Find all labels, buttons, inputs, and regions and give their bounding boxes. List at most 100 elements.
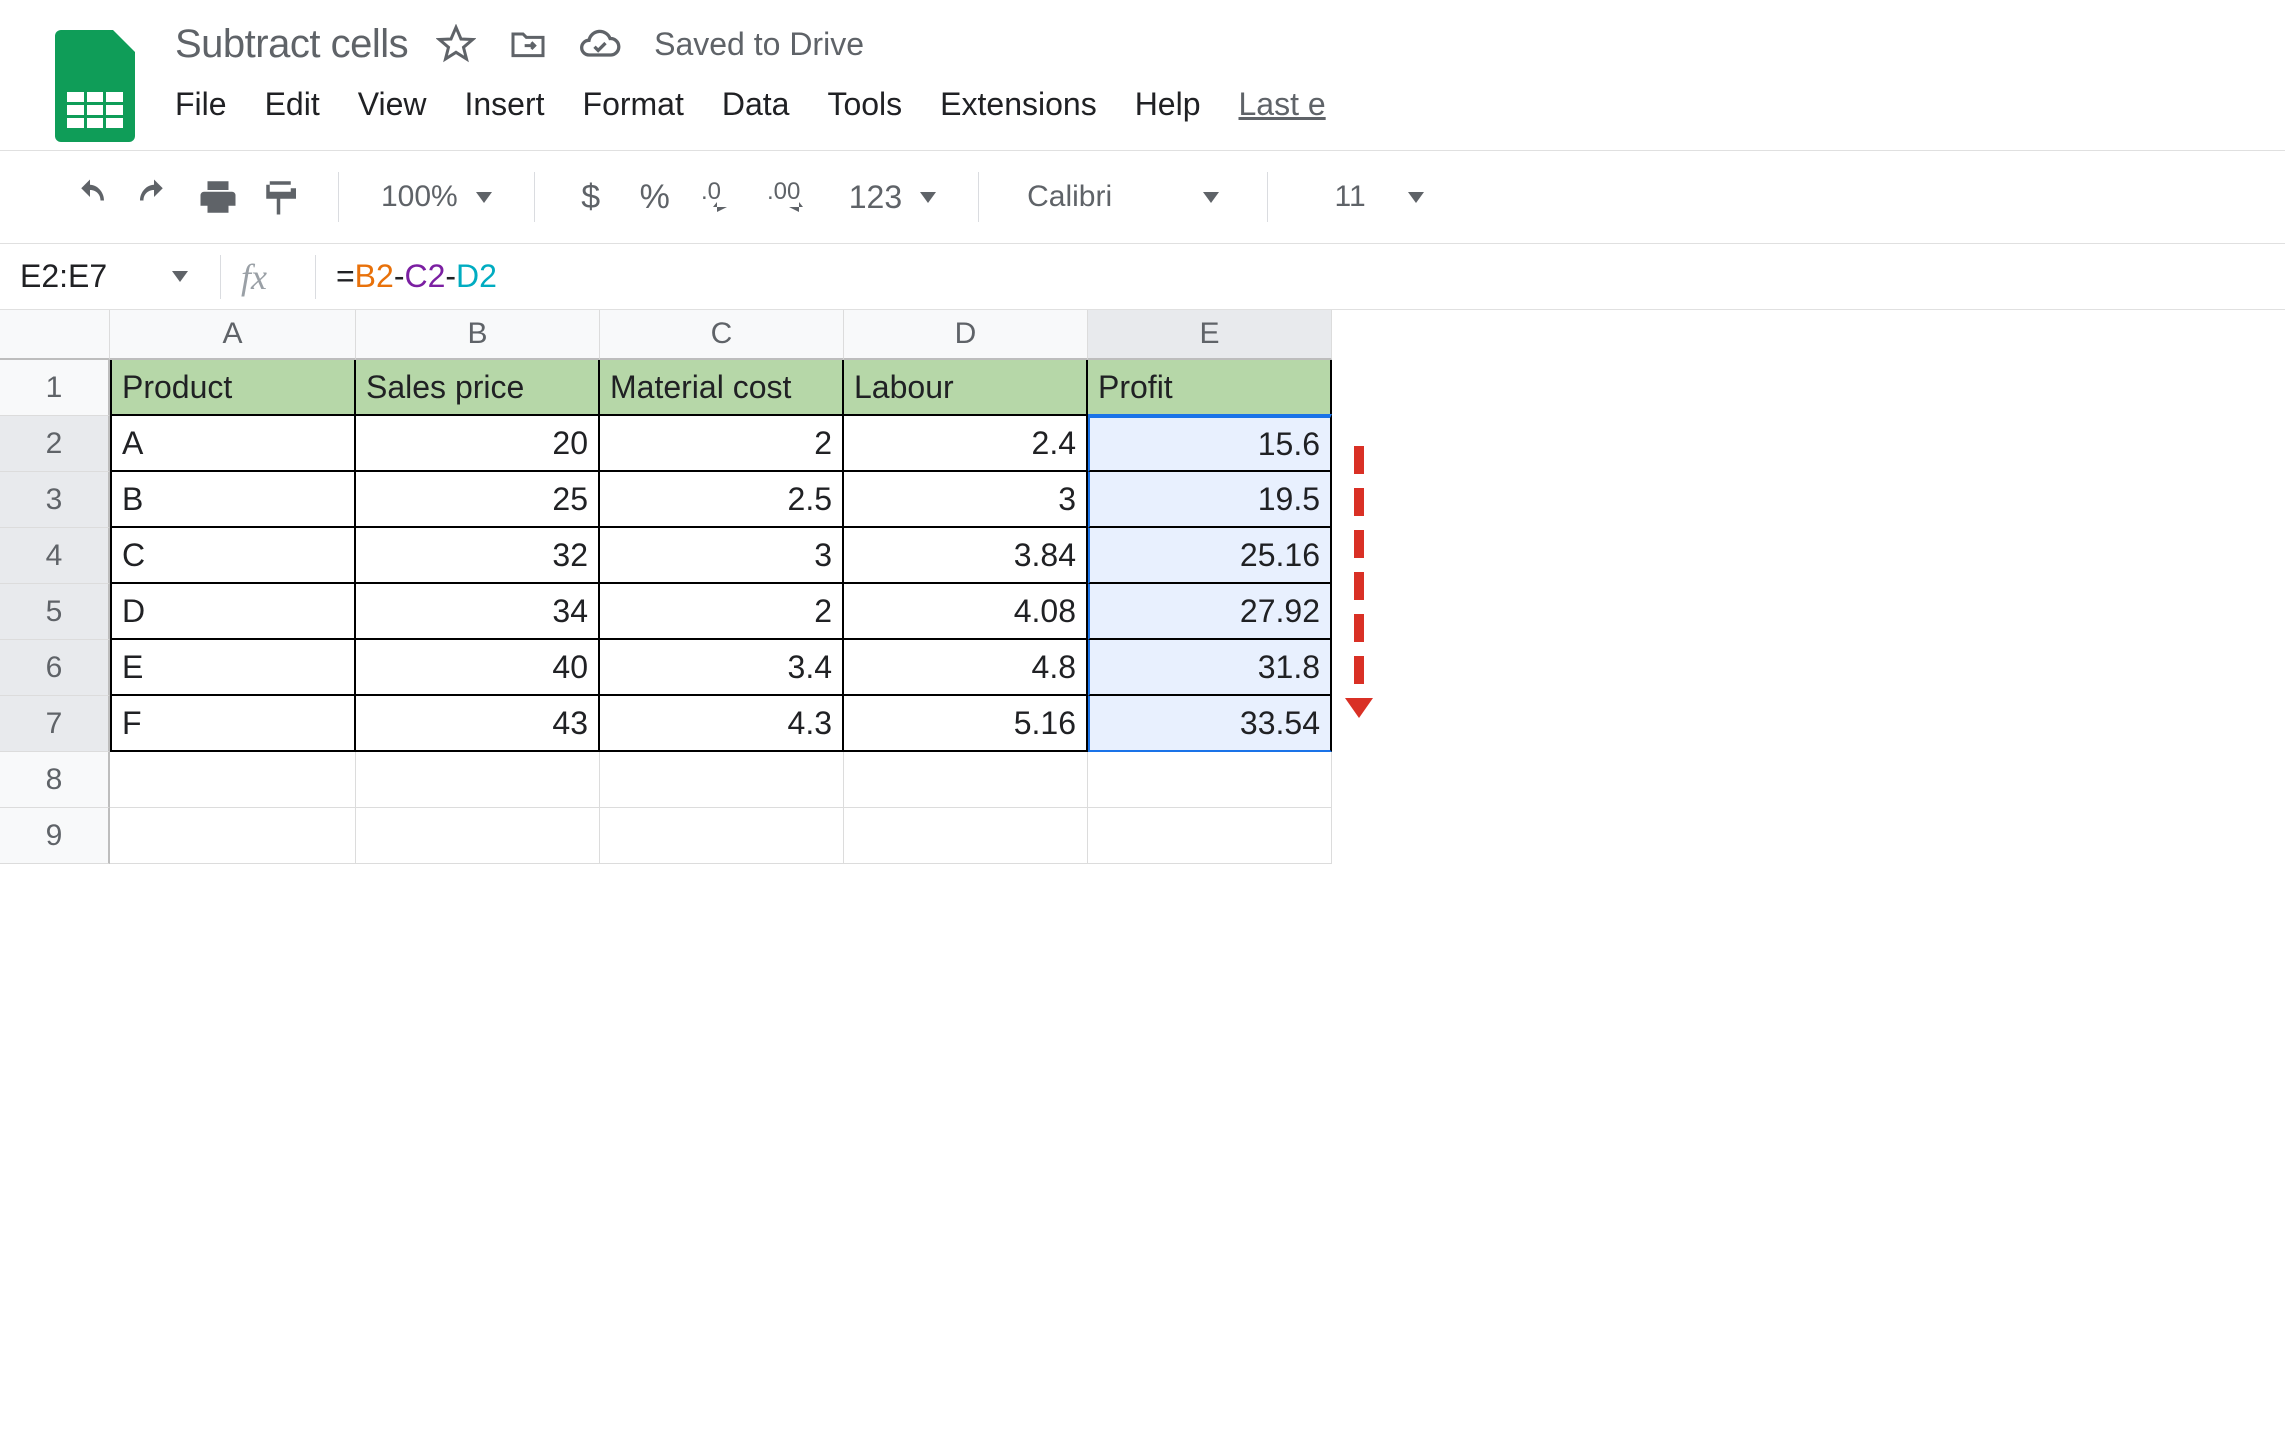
- sheets-app-icon[interactable]: [55, 30, 135, 142]
- cell-A3[interactable]: B: [110, 472, 356, 528]
- cell-A7[interactable]: F: [110, 696, 356, 752]
- row-header-1[interactable]: 1: [0, 360, 110, 416]
- cell-E1[interactable]: Profit: [1088, 360, 1332, 416]
- row-header-7[interactable]: 7: [0, 696, 110, 752]
- cell-A2[interactable]: A: [110, 416, 356, 472]
- name-box-value: E2:E7: [20, 258, 107, 295]
- row-header-3[interactable]: 3: [0, 472, 110, 528]
- menu-format[interactable]: Format: [583, 86, 684, 123]
- formula-bar: E2:E7 fx =B2-C2-D2: [0, 244, 2285, 310]
- cloud-saved-icon[interactable]: [576, 20, 624, 68]
- name-box[interactable]: E2:E7: [20, 258, 200, 295]
- cell-D6[interactable]: 4.8: [844, 640, 1088, 696]
- menu-help[interactable]: Help: [1135, 86, 1201, 123]
- doc-title[interactable]: Subtract cells: [175, 22, 408, 67]
- cell-A4[interactable]: C: [110, 528, 356, 584]
- currency-button[interactable]: $: [569, 175, 613, 219]
- cell-D3[interactable]: 3: [844, 472, 1088, 528]
- increase-decimal-button[interactable]: .00: [765, 175, 821, 219]
- cell-E8[interactable]: [1088, 752, 1332, 808]
- col-header-E[interactable]: E: [1088, 310, 1332, 360]
- cell-B8[interactable]: [356, 752, 600, 808]
- col-header-C[interactable]: C: [600, 310, 844, 360]
- row-header-8[interactable]: 8: [0, 752, 110, 808]
- cell-C4[interactable]: 3: [600, 528, 844, 584]
- row-header-4[interactable]: 4: [0, 528, 110, 584]
- col-header-B[interactable]: B: [356, 310, 600, 360]
- cell-C7[interactable]: 4.3: [600, 696, 844, 752]
- cell-C1[interactable]: Material cost: [600, 360, 844, 416]
- cell-B3[interactable]: 25: [356, 472, 600, 528]
- cell-D2[interactable]: 2.4: [844, 416, 1088, 472]
- cell-E5[interactable]: 27.92: [1088, 584, 1332, 640]
- cell-D5[interactable]: 4.08: [844, 584, 1088, 640]
- row-header-5[interactable]: 5: [0, 584, 110, 640]
- font-family-value: Calibri: [1027, 180, 1112, 214]
- menu-data[interactable]: Data: [722, 86, 790, 123]
- cell-C8[interactable]: [600, 752, 844, 808]
- menu-tools[interactable]: Tools: [827, 86, 902, 123]
- cell-E4[interactable]: 25.16: [1088, 528, 1332, 584]
- font-size-value: 11: [1310, 180, 1390, 214]
- percent-button[interactable]: %: [633, 175, 677, 219]
- cell-D9[interactable]: [844, 808, 1088, 864]
- cell-B7[interactable]: 43: [356, 696, 600, 752]
- star-icon[interactable]: [432, 20, 480, 68]
- saved-status: Saved to Drive: [654, 26, 864, 63]
- menu-file[interactable]: File: [175, 86, 227, 123]
- row-header-2[interactable]: 2: [0, 416, 110, 472]
- cell-E7[interactable]: 33.54: [1088, 696, 1332, 752]
- decrease-decimal-button[interactable]: .0: [697, 175, 745, 219]
- col-header-A[interactable]: A: [110, 310, 356, 360]
- font-family-select[interactable]: Calibri: [1013, 180, 1233, 214]
- more-formats-button[interactable]: 123: [841, 179, 944, 216]
- cell-B1[interactable]: Sales price: [356, 360, 600, 416]
- cell-E9[interactable]: [1088, 808, 1332, 864]
- cell-A6[interactable]: E: [110, 640, 356, 696]
- formula-input[interactable]: =B2-C2-D2: [336, 258, 497, 295]
- zoom-select[interactable]: 100%: [373, 180, 500, 214]
- move-icon[interactable]: [504, 20, 552, 68]
- cell-B2[interactable]: 20: [356, 416, 600, 472]
- toolbar: 100% $ % .0 .00 123 Calibri 11: [0, 150, 2285, 244]
- redo-button[interactable]: [132, 175, 176, 219]
- last-edit-link[interactable]: Last e: [1239, 86, 1326, 123]
- menu-view[interactable]: View: [358, 86, 427, 123]
- cell-D8[interactable]: [844, 752, 1088, 808]
- cell-E2[interactable]: 15.6: [1088, 414, 1332, 472]
- spreadsheet-grid[interactable]: A B C D E 1 Product Sales price Material…: [0, 310, 2285, 864]
- cell-D1[interactable]: Labour: [844, 360, 1088, 416]
- cell-A8[interactable]: [110, 752, 356, 808]
- paint-format-button[interactable]: [260, 175, 304, 219]
- chevron-down-icon: [1408, 192, 1424, 203]
- cell-C5[interactable]: 2: [600, 584, 844, 640]
- cell-B6[interactable]: 40: [356, 640, 600, 696]
- menu-insert[interactable]: Insert: [464, 86, 544, 123]
- cell-D7[interactable]: 5.16: [844, 696, 1088, 752]
- cell-D4[interactable]: 3.84: [844, 528, 1088, 584]
- chevron-down-icon: [1203, 192, 1219, 203]
- cell-A1[interactable]: Product: [110, 360, 356, 416]
- row-header-9[interactable]: 9: [0, 808, 110, 864]
- cell-A5[interactable]: D: [110, 584, 356, 640]
- cell-C6[interactable]: 3.4: [600, 640, 844, 696]
- cell-E3[interactable]: 19.5: [1088, 472, 1332, 528]
- menu-edit[interactable]: Edit: [265, 86, 320, 123]
- print-button[interactable]: [196, 175, 240, 219]
- chevron-down-icon: [920, 192, 936, 203]
- cell-C3[interactable]: 2.5: [600, 472, 844, 528]
- col-header-D[interactable]: D: [844, 310, 1088, 360]
- font-size-select[interactable]: 11: [1302, 180, 1432, 214]
- undo-button[interactable]: [68, 175, 112, 219]
- fx-icon: fx: [241, 256, 267, 298]
- cell-A9[interactable]: [110, 808, 356, 864]
- cell-B5[interactable]: 34: [356, 584, 600, 640]
- cell-B4[interactable]: 32: [356, 528, 600, 584]
- cell-B9[interactable]: [356, 808, 600, 864]
- cell-E6[interactable]: 31.8: [1088, 640, 1332, 696]
- menu-extensions[interactable]: Extensions: [940, 86, 1097, 123]
- select-all-corner[interactable]: [0, 310, 110, 360]
- cell-C2[interactable]: 2: [600, 416, 844, 472]
- row-header-6[interactable]: 6: [0, 640, 110, 696]
- cell-C9[interactable]: [600, 808, 844, 864]
